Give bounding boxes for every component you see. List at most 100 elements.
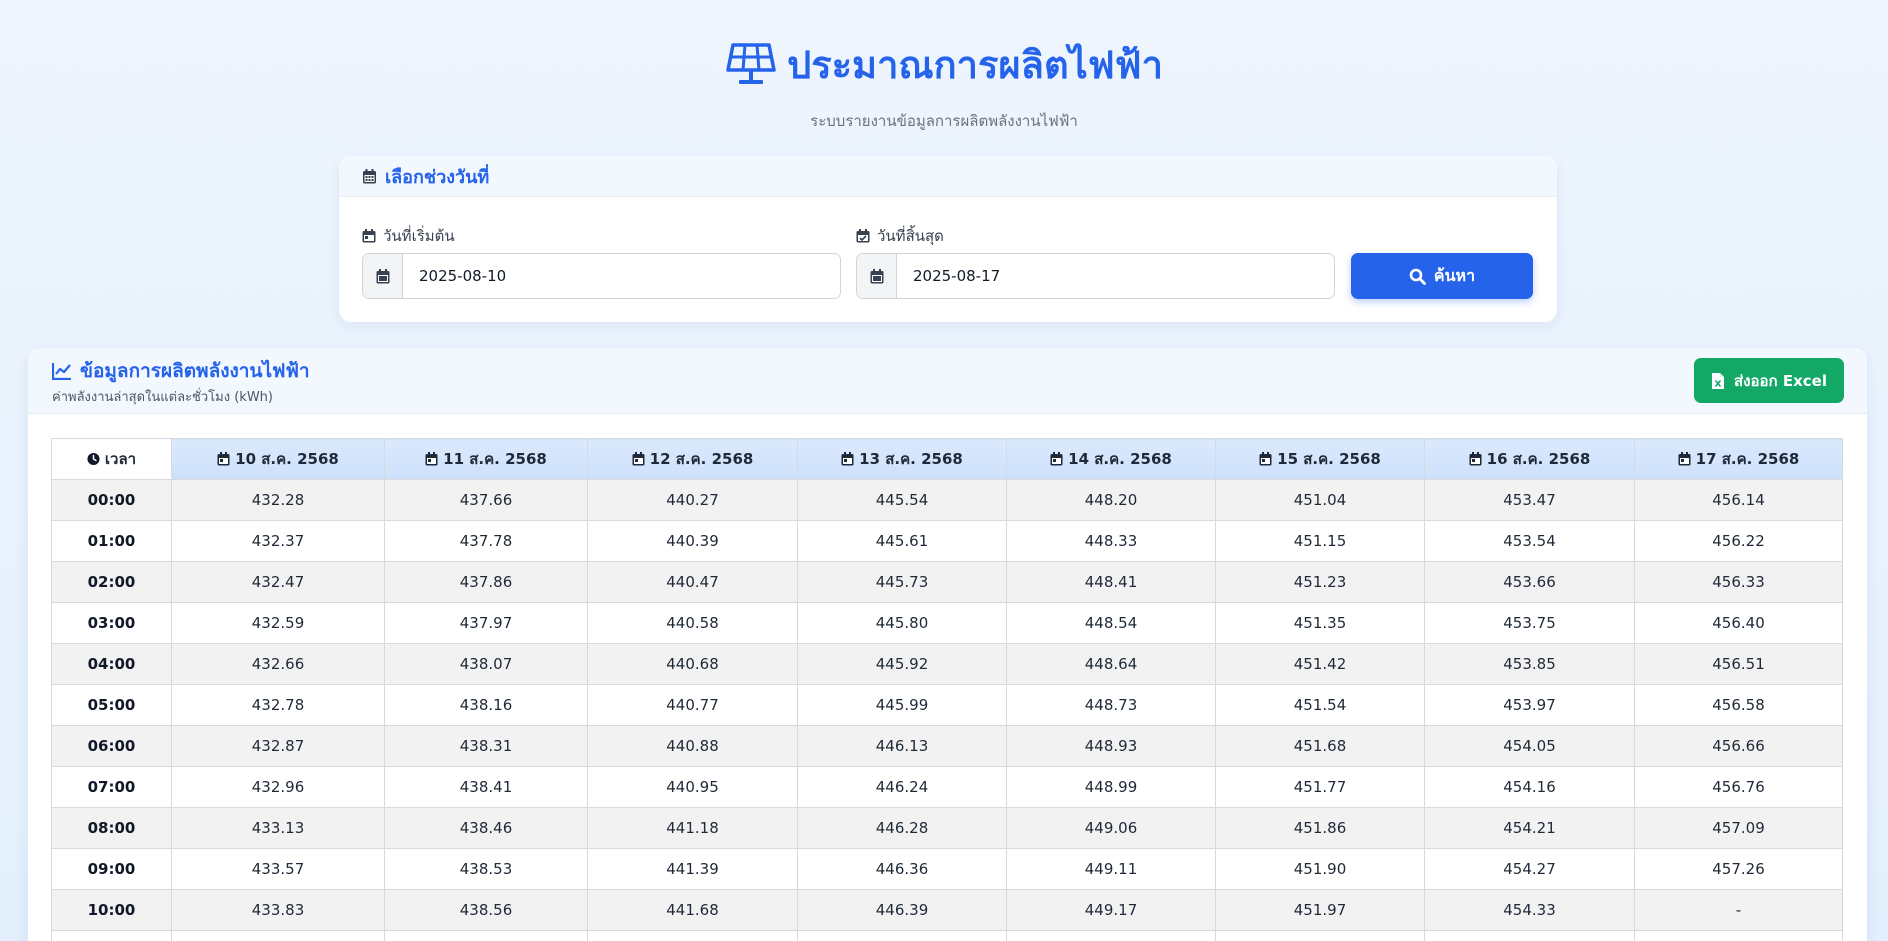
table-row: 07:00 432.96 438.41 440.95 446.24 448.99 451.7… <box>51 766 1843 808</box>
energy-value-cell: 456.14 <box>1634 479 1843 521</box>
date-column-label: 17 ส.ค. 2568 <box>1695 450 1800 468</box>
energy-value-cell: 456.76 <box>1634 766 1843 808</box>
energy-value-cell: 448.33 <box>1006 520 1216 562</box>
energy-value-cell: 453.97 <box>1424 684 1635 726</box>
energy-value-cell: 432.37 <box>171 520 385 562</box>
energy-value-cell: 456.58 <box>1634 684 1843 726</box>
energy-value-cell: 457.09 <box>1634 807 1843 849</box>
energy-value-cell: 448.41 <box>1006 561 1216 603</box>
energy-value-cell: 453.47 <box>1424 479 1635 521</box>
production-data-title: ข้อมูลการผลิตพลังงานไฟฟ้า <box>80 360 310 382</box>
table-row: 09:00 433.57 438.53 441.39 446.36 449.11 451.9… <box>51 848 1843 890</box>
start-date-input[interactable]: 2025-08-10 <box>362 253 841 299</box>
energy-value-cell: 451.86 <box>1215 807 1425 849</box>
energy-value-cell: 432.96 <box>171 766 385 808</box>
energy-value-cell: 438.16 <box>384 684 588 726</box>
energy-value-cell: 451.54 <box>1215 684 1425 726</box>
energy-value-cell: 451.04 <box>1215 479 1425 521</box>
calendar-icon <box>376 268 389 283</box>
time-cell: 10:00 <box>51 889 172 931</box>
search-button[interactable]: ค้นหา <box>1351 253 1533 299</box>
energy-value-cell: 446.13 <box>797 725 1007 767</box>
energy-value-cell: 451.77 <box>1215 766 1425 808</box>
end-date-label: วันที่สิ้นสุด <box>856 224 944 248</box>
start-date-addon[interactable] <box>363 254 403 298</box>
date-range-header: เลือกช่วงวันที่ <box>339 156 1557 197</box>
energy-value-cell: 453.66 <box>1424 561 1635 603</box>
energy-value-cell: 453.54 <box>1424 520 1635 562</box>
energy-value-cell: 432.28 <box>171 479 385 521</box>
calendar-day-icon <box>425 452 438 466</box>
energy-value-cell: 454.27 <box>1424 848 1635 890</box>
date-column-label: 12 ส.ค. 2568 <box>649 450 754 468</box>
end-date-value[interactable]: 2025-08-17 <box>897 254 1334 298</box>
energy-value-cell: 449.11 <box>1006 848 1216 890</box>
energy-value-cell: 441.39 <box>587 848 798 890</box>
time-cell: 09:00 <box>51 848 172 890</box>
table-header-row: เวลา 10 ส.ค. 2568 11 ส.ค. 2568 12 ส.ค. 256… <box>51 438 1843 480</box>
time-cell: 03:00 <box>51 602 172 644</box>
solar-panel-icon <box>726 42 776 84</box>
production-table: เวลา 10 ส.ค. 2568 11 ส.ค. 2568 12 ส.ค. 256… <box>51 438 1843 941</box>
energy-value-cell: 438.07 <box>384 643 588 685</box>
energy-value-cell: 432.47 <box>171 561 385 603</box>
date-column-header: 14 ส.ค. 2568 <box>1006 438 1216 480</box>
energy-value-cell: 456.33 <box>1634 561 1843 603</box>
energy-value-cell: 451.68 <box>1215 725 1425 767</box>
table-row: 05:00 432.78 438.16 440.77 445.99 448.73 451.5… <box>51 684 1843 726</box>
energy-value-cell: 432.59 <box>171 602 385 644</box>
calendar-icon <box>363 168 376 183</box>
energy-value-cell: 451.42 <box>1215 643 1425 685</box>
table-row: 03:00 432.59 437.97 440.58 445.80 448.54 451.3… <box>51 602 1843 644</box>
energy-value-cell: 451.97 <box>1215 889 1425 931</box>
end-date-input[interactable]: 2025-08-17 <box>856 253 1335 299</box>
energy-value-cell: 440.77 <box>587 684 798 726</box>
date-column-header: 10 ส.ค. 2568 <box>171 438 385 480</box>
energy-value-cell: 437.97 <box>384 602 588 644</box>
energy-value-cell: 440.27 <box>587 479 798 521</box>
date-column-header: 12 ส.ค. 2568 <box>587 438 798 480</box>
time-cell: 08:00 <box>51 807 172 849</box>
start-date-label: วันที่เริ่มต้น <box>362 224 455 248</box>
energy-value-cell: 446.39 <box>797 889 1007 931</box>
energy-value-cell: 437.86 <box>384 561 588 603</box>
table-row: 00:00 432.28 437.66 440.27 445.54 448.20 451.0… <box>51 479 1843 521</box>
energy-value-cell <box>1215 930 1425 941</box>
energy-value-cell: - <box>1634 889 1843 931</box>
time-column-header: เวลา <box>51 438 172 480</box>
table-row: 10:00 433.83 438.56 441.68 446.39 449.17 451.9… <box>51 889 1843 931</box>
energy-value-cell: 448.99 <box>1006 766 1216 808</box>
energy-value-cell: 456.22 <box>1634 520 1843 562</box>
energy-value-cell: 454.33 <box>1424 889 1635 931</box>
energy-value-cell: 446.28 <box>797 807 1007 849</box>
page-title-wrap: ประมาณการผลิตไฟฟ้า <box>725 34 1163 95</box>
energy-value-cell: 440.47 <box>587 561 798 603</box>
energy-value-cell: 437.66 <box>384 479 588 521</box>
table-row: 01:00 432.37 437.78 440.39 445.61 448.33 451.1… <box>51 520 1843 562</box>
energy-value-cell <box>797 930 1007 941</box>
energy-value-cell: 441.18 <box>587 807 798 849</box>
energy-value-cell: 432.66 <box>171 643 385 685</box>
calendar-icon <box>870 268 883 283</box>
energy-value-cell: 438.41 <box>384 766 588 808</box>
end-date-addon[interactable] <box>857 254 897 298</box>
calendar-day-icon <box>1469 452 1482 466</box>
date-column-label: 16 ส.ค. 2568 <box>1486 450 1591 468</box>
page-header: ประมาณการผลิตไฟฟ้า ระบบรายงานข้อมูลการผล… <box>0 0 1888 133</box>
date-column-header: 17 ส.ค. 2568 <box>1634 438 1843 480</box>
production-data-card: ข้อมูลการผลิตพลังงานไฟฟ้า ค่าพลังงานล่าส… <box>28 348 1867 941</box>
energy-value-cell: 451.23 <box>1215 561 1425 603</box>
energy-value-cell: 445.92 <box>797 643 1007 685</box>
energy-value-cell: 433.57 <box>171 848 385 890</box>
export-excel-button[interactable]: ส่งออก Excel <box>1694 358 1844 403</box>
energy-value-cell: 433.13 <box>171 807 385 849</box>
calendar-day-icon <box>1259 452 1272 466</box>
date-column-label: 15 ส.ค. 2568 <box>1277 450 1381 468</box>
energy-value-cell: 454.21 <box>1424 807 1635 849</box>
energy-value-cell: 437.78 <box>384 520 588 562</box>
energy-value-cell: 451.15 <box>1215 520 1425 562</box>
energy-value-cell: 454.05 <box>1424 725 1635 767</box>
start-date-value[interactable]: 2025-08-10 <box>403 254 840 298</box>
energy-value-cell: 445.61 <box>797 520 1007 562</box>
date-column-label: 13 ส.ค. 2568 <box>859 450 963 468</box>
